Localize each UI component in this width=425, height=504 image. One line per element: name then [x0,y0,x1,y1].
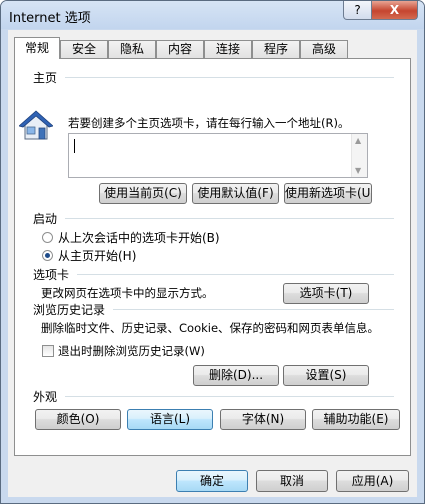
title-bar[interactable]: Internet 选项 ? X [1,1,424,29]
appearance-group-title: 外观 [33,390,58,404]
history-group-title: 浏览历史记录 [33,303,106,317]
apply-button[interactable]: 应用(A) [336,470,409,492]
use-current-button[interactable]: 使用当前页(C) [99,183,187,204]
startup-home-label[interactable]: 从主页开始(H) [58,247,136,264]
accessibility-button[interactable]: 辅助功能(E) [312,409,400,430]
general-tab-panel: 主页 若要创建多个主页选项卡，请在每行输入一个地址(R)。 ▲ ▼ 使用当前页(… [14,58,411,456]
home-page-group-title: 主页 [33,71,58,85]
startup-last-session-label[interactable]: 从上次会话中的选项卡开始(B) [58,229,220,246]
use-new-tab-button[interactable]: 使用新选项卡(U) [284,183,372,204]
startup-home-radio[interactable] [42,250,53,261]
cancel-button[interactable]: 取消 [256,470,328,492]
delete-on-exit-label[interactable]: 退出时删除浏览历史记录(W) [58,343,205,359]
tab-programs[interactable]: 程序 [252,40,300,58]
tabs-separator [77,274,394,275]
scroll-up-icon[interactable]: ▲ [355,136,361,145]
tab-general[interactable]: 常规 [14,37,60,59]
tab-privacy[interactable]: 隐私 [108,40,156,58]
appearance-separator [65,396,394,397]
history-description: 删除临时文件、历史记录、Cookie、保存的密码和网页表单信息。 [41,321,380,335]
internet-options-window: Internet 选项 ? X 常规 安全 隐私 内容 连接 程序 高级 主页 … [0,0,425,504]
fonts-button[interactable]: 字体(N) [220,409,306,430]
window-title: Internet 选项 [9,11,91,26]
tab-advanced[interactable]: 高级 [300,40,348,58]
tabs-group-title: 选项卡 [33,268,70,282]
tab-security[interactable]: 安全 [60,40,108,58]
home-separator [65,77,394,78]
delete-on-exit-checkbox[interactable] [42,345,54,357]
tabs-settings-button[interactable]: 选项卡(T) [283,283,369,304]
ok-button[interactable]: 确定 [176,470,248,492]
home-description: 若要创建多个主页选项卡，请在每行输入一个地址(R)。 [68,116,350,130]
tab-content[interactable]: 内容 [156,40,204,58]
home-page-url-input[interactable]: ▲ ▼ [68,133,368,178]
startup-group-title: 启动 [33,212,58,226]
tab-connections[interactable]: 连接 [204,40,252,58]
use-default-button[interactable]: 使用默认值(F) [192,183,279,204]
history-separator [113,309,394,310]
help-button[interactable]: ? [343,1,372,20]
scroll-down-icon[interactable]: ▼ [355,166,361,175]
tabs-description: 更改网页在选项卡中的显示方式。 [41,286,214,300]
languages-button[interactable]: 语言(L) [127,409,213,430]
startup-last-session-radio[interactable] [42,232,53,243]
close-button[interactable]: X [371,1,418,20]
text-caret [74,139,75,153]
startup-separator [65,218,394,219]
history-settings-button[interactable]: 设置(S) [283,365,369,386]
dialog-client: 常规 安全 隐私 内容 连接 程序 高级 主页 若要创建多个主页选项卡，请在每行… [8,30,417,497]
home-url-scrollbar[interactable]: ▲ ▼ [351,134,367,177]
home-icon [19,110,53,140]
colors-button[interactable]: 颜色(O) [35,409,121,430]
delete-history-button[interactable]: 删除(D)... [193,365,279,386]
